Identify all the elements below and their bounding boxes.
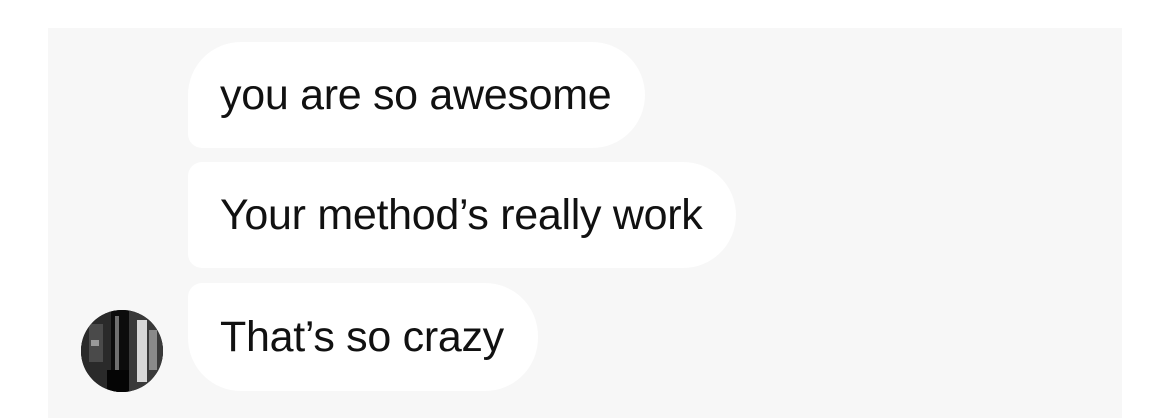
avatar-photo-icon	[81, 310, 163, 392]
message-text: That’s so crazy	[220, 312, 504, 361]
message-bubble[interactable]: you are so awesome	[188, 42, 646, 148]
message-bubble[interactable]: Your method’s really work	[188, 162, 737, 268]
message-bubble[interactable]: That’s so crazy	[188, 283, 538, 391]
message-text: you are so awesome	[220, 70, 612, 119]
contact-avatar[interactable]	[81, 310, 163, 392]
message-text: Your method’s really work	[220, 190, 703, 239]
